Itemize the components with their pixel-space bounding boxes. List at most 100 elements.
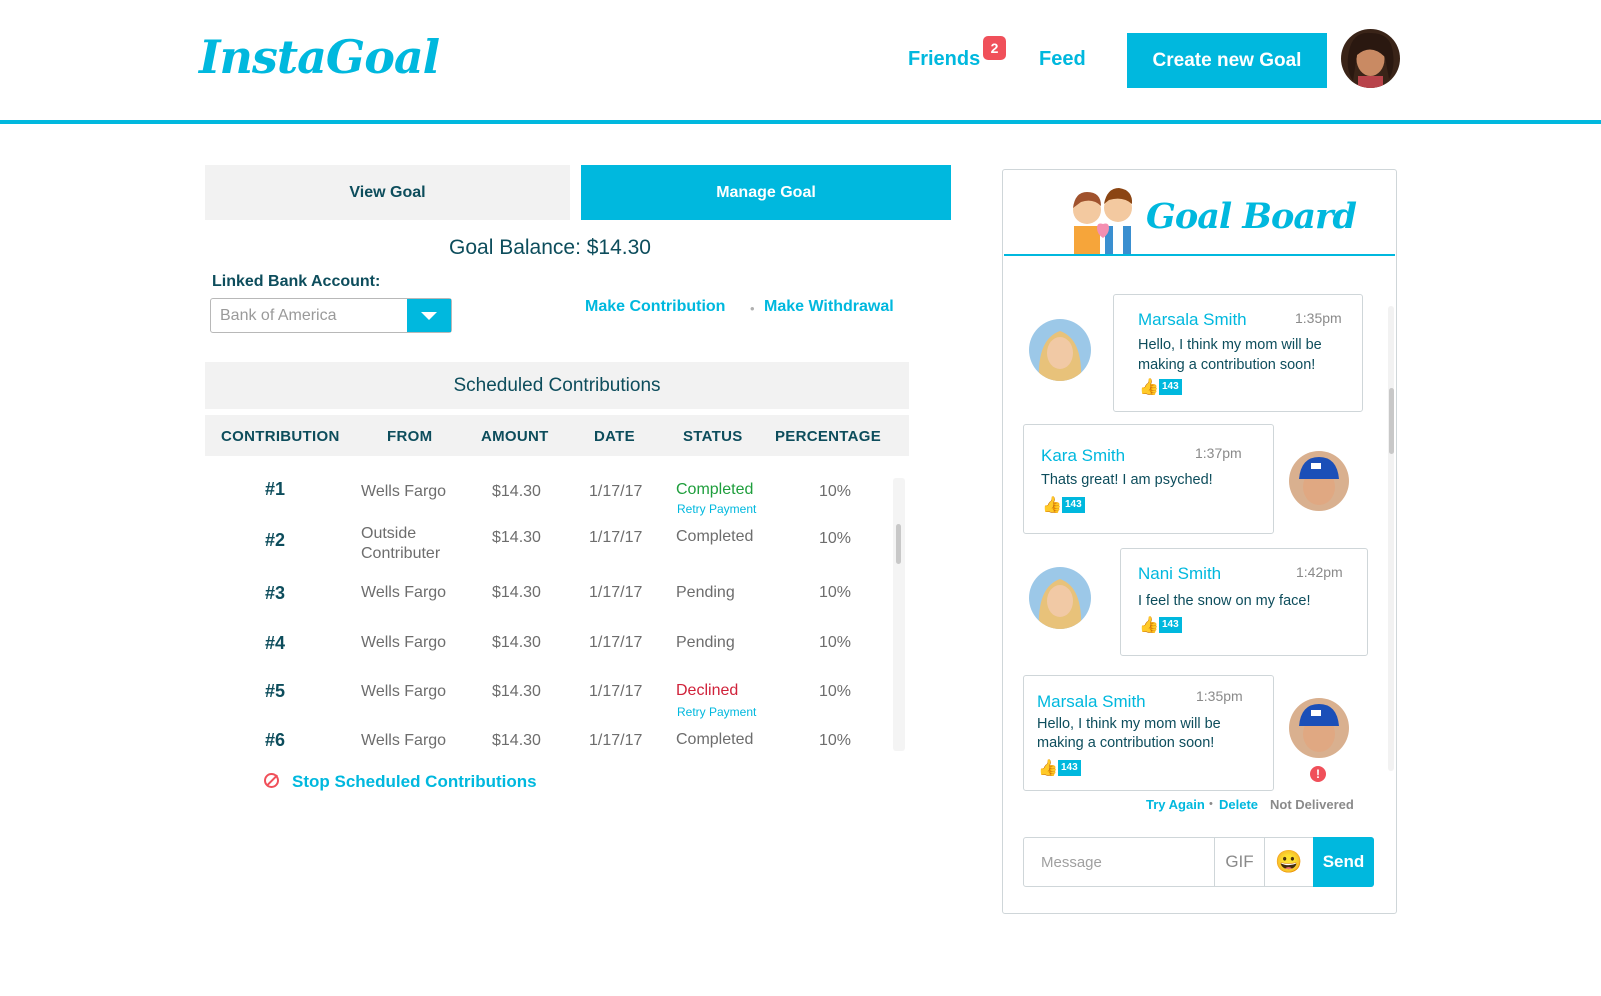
message-text: making a contribution soon! bbox=[1138, 357, 1316, 373]
contribution-date: 1/17/17 bbox=[589, 683, 643, 700]
column-header: AMOUNT bbox=[481, 428, 549, 445]
goal-board-title: Goal Board bbox=[1146, 196, 1357, 237]
contribution-status: Declined bbox=[676, 682, 739, 699]
column-header: PERCENTAGE bbox=[775, 428, 882, 445]
message-text: Thats great! I am psyched! bbox=[1041, 472, 1213, 488]
retry-payment-link[interactable]: Retry Payment bbox=[677, 502, 756, 516]
avatar[interactable] bbox=[1289, 698, 1349, 758]
delete-link[interactable]: Delete bbox=[1219, 797, 1258, 812]
send-button[interactable]: Send bbox=[1313, 837, 1374, 887]
contribution-date: 1/17/17 bbox=[589, 483, 643, 500]
message-author[interactable]: Kara Smith bbox=[1041, 446, 1125, 466]
nav-feed[interactable]: Feed bbox=[1039, 48, 1086, 71]
not-delivered-status: Not Delivered bbox=[1270, 797, 1354, 812]
couple-illustration-icon bbox=[1069, 184, 1137, 254]
contribution-percentage: 10% bbox=[819, 483, 852, 500]
message-author[interactable]: Nani Smith bbox=[1138, 564, 1221, 584]
goal-balance: Goal Balance: $14.30 bbox=[449, 236, 651, 259]
stop-icon[interactable] bbox=[264, 773, 279, 788]
chat-message: Nani Smith 1:42pm I feel the snow on my … bbox=[1120, 548, 1368, 656]
message-author[interactable]: Marsala Smith bbox=[1037, 692, 1146, 712]
bank-account-value: Bank of America bbox=[220, 307, 337, 324]
emoji-icon[interactable]: 😀 bbox=[1264, 838, 1313, 886]
contribution-status: Completed bbox=[676, 528, 754, 545]
bank-account-select[interactable]: Bank of America bbox=[210, 298, 452, 333]
chat-message: Marsala Smith 1:35pm Hello, I think my m… bbox=[1023, 675, 1274, 791]
chat-message: Marsala Smith 1:35pm Hello, I think my m… bbox=[1113, 294, 1363, 412]
contribution-number: #4 bbox=[265, 633, 286, 653]
contribution-amount: $14.30 bbox=[492, 634, 541, 651]
column-header: STATUS bbox=[683, 428, 743, 445]
contribution-date: 1/17/17 bbox=[589, 529, 643, 546]
contribution-number: #1 bbox=[265, 479, 286, 499]
contribution-amount: $14.30 bbox=[492, 483, 541, 500]
message-text: making a contribution soon! bbox=[1037, 735, 1215, 751]
linked-bank-label: Linked Bank Account: bbox=[212, 273, 381, 290]
contribution-from: Contributer bbox=[361, 545, 441, 562]
stop-scheduled-contributions-link[interactable]: Stop Scheduled Contributions bbox=[292, 772, 537, 792]
contribution-amount: $14.30 bbox=[492, 683, 541, 700]
make-withdrawal-link[interactable]: Make Withdrawal bbox=[764, 298, 894, 316]
avatar[interactable] bbox=[1029, 319, 1091, 381]
like-count: 143 bbox=[1159, 617, 1182, 633]
message-text: Hello, I think my mom will be bbox=[1037, 716, 1221, 732]
contribution-date: 1/17/17 bbox=[589, 634, 643, 651]
message-time: 1:35pm bbox=[1196, 688, 1243, 704]
tab-manage-goal[interactable]: Manage Goal bbox=[581, 165, 951, 220]
logo[interactable]: InstaGoal bbox=[199, 30, 440, 84]
contribution-status: Completed bbox=[676, 481, 754, 498]
create-goal-button[interactable]: Create new Goal bbox=[1127, 33, 1327, 88]
scheduled-contributions-title: Scheduled Contributions bbox=[205, 362, 909, 409]
table-scrollbar-thumb[interactable] bbox=[896, 524, 901, 564]
nav-friends[interactable]: Friends bbox=[908, 48, 980, 71]
contribution-number: #2 bbox=[265, 530, 286, 550]
message-input[interactable] bbox=[1024, 838, 1214, 886]
message-time: 1:37pm bbox=[1195, 445, 1242, 461]
avatar[interactable] bbox=[1289, 451, 1349, 511]
gif-icon[interactable]: GIF bbox=[1214, 838, 1264, 886]
like-count: 143 bbox=[1058, 760, 1081, 776]
contribution-percentage: 10% bbox=[819, 530, 852, 547]
try-again-link[interactable]: Try Again bbox=[1146, 797, 1205, 812]
friends-count-badge: 2 bbox=[983, 36, 1006, 60]
dropdown-arrow-icon[interactable] bbox=[407, 299, 451, 332]
contribution-from: Wells Fargo bbox=[361, 732, 447, 749]
contribution-from: Wells Fargo bbox=[361, 584, 447, 601]
separator-dot: • bbox=[1209, 798, 1213, 810]
chat-message: Kara Smith 1:37pm Thats great! I am psyc… bbox=[1023, 424, 1274, 534]
contribution-number: #6 bbox=[265, 730, 286, 750]
tab-view-goal[interactable]: View Goal bbox=[205, 165, 570, 220]
contribution-percentage: 10% bbox=[819, 683, 852, 700]
contribution-status: Pending bbox=[676, 634, 735, 651]
column-header: DATE bbox=[594, 428, 635, 445]
contribution-date: 1/17/17 bbox=[589, 584, 643, 601]
contribution-percentage: 10% bbox=[819, 584, 852, 601]
chat-scrollbar[interactable] bbox=[1388, 306, 1394, 771]
like-count: 143 bbox=[1062, 497, 1085, 513]
contribution-from: Outside bbox=[361, 525, 417, 542]
like-count: 143 bbox=[1159, 379, 1182, 395]
make-contribution-link[interactable]: Make Contribution bbox=[585, 298, 725, 316]
message-text: I feel the snow on my face! bbox=[1138, 593, 1311, 609]
contribution-from: Wells Fargo bbox=[361, 683, 447, 700]
separator-dot: • bbox=[750, 301, 755, 316]
thumbs-up-icon[interactable]: 👍 bbox=[1139, 377, 1159, 397]
message-time: 1:35pm bbox=[1295, 310, 1342, 326]
contribution-from: Wells Fargo bbox=[361, 634, 447, 651]
table-scrollbar[interactable] bbox=[893, 478, 905, 751]
message-author[interactable]: Marsala Smith bbox=[1138, 310, 1247, 330]
thumbs-up-icon[interactable]: 👍 bbox=[1139, 615, 1159, 635]
retry-payment-link[interactable]: Retry Payment bbox=[677, 705, 756, 719]
column-header: CONTRIBUTION bbox=[221, 428, 340, 445]
message-text: Hello, I think my mom will be bbox=[1138, 337, 1322, 353]
contribution-status: Completed bbox=[676, 731, 754, 748]
message-time: 1:42pm bbox=[1296, 564, 1343, 580]
thumbs-up-icon[interactable]: 👍 bbox=[1042, 495, 1062, 515]
chat-scrollbar-thumb[interactable] bbox=[1389, 388, 1394, 454]
contribution-number: #3 bbox=[265, 583, 286, 603]
column-header: FROM bbox=[387, 428, 433, 445]
user-avatar-icon[interactable] bbox=[1341, 29, 1400, 88]
thumbs-up-icon[interactable]: 👍 bbox=[1038, 758, 1058, 778]
contribution-from: Wells Fargo bbox=[361, 483, 447, 500]
avatar[interactable] bbox=[1029, 567, 1091, 629]
